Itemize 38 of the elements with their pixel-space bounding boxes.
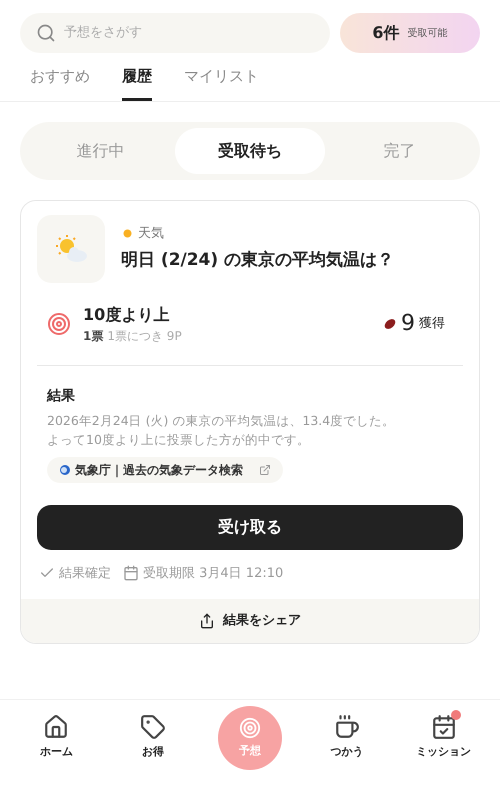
source-link[interactable]: 気象庁｜過去の気象データ検索	[47, 456, 283, 482]
search-field[interactable]: 予想をさがす	[20, 13, 330, 53]
choice-label: 10度より上	[83, 304, 170, 326]
home-icon	[43, 714, 70, 740]
status-label: 結果確定	[59, 564, 111, 582]
tab[interactable]: 履歴	[122, 61, 152, 100]
segment-tab[interactable]: 受取待ち	[175, 128, 325, 174]
calendar-check-icon	[430, 714, 457, 740]
tag-icon	[140, 714, 166, 740]
claim-button[interactable]: 受け取る	[37, 504, 463, 550]
nav-item[interactable]: つかう	[314, 706, 379, 760]
share-button[interactable]: 結果をシェア	[21, 599, 479, 643]
tab[interactable]: マイリスト	[184, 61, 259, 100]
claimable-badge[interactable]: 6件 受取可能	[340, 13, 480, 53]
result-text: 2026年2月24日 (火) の東京の平均気温は、13.4度でした。 よって10度より上に投票した方が的中です。	[47, 412, 396, 448]
reward-label: 獲得	[419, 314, 445, 333]
question-title: 明日 (2/24) の東京の平均気温は？	[121, 248, 394, 272]
search-input[interactable]: 予想をさがす	[64, 23, 314, 43]
deadline-label: 受取期限 3月4日 12:10	[143, 564, 284, 582]
vote-count: 1票	[83, 328, 104, 344]
nav-item[interactable]: ホーム	[24, 706, 88, 760]
points-per-vote: 1票につき 9P	[107, 328, 182, 344]
tab[interactable]: おすすめ	[30, 61, 90, 100]
category-label: 天気	[138, 225, 164, 243]
external-link-icon	[259, 464, 271, 476]
share-icon	[199, 613, 215, 629]
target-icon	[238, 716, 261, 739]
nav-item[interactable]: ミッション	[412, 706, 476, 760]
result-heading: 結果	[47, 386, 76, 406]
agency-logo-icon	[59, 464, 71, 476]
weather-icon	[37, 214, 105, 282]
target-icon	[47, 312, 71, 336]
nav-item[interactable]: お得	[121, 706, 186, 760]
reward-amount: 9	[401, 310, 415, 338]
cup-icon	[334, 714, 360, 740]
bean-icon	[383, 316, 397, 330]
search-icon	[36, 23, 56, 43]
calendar-icon	[123, 565, 139, 582]
